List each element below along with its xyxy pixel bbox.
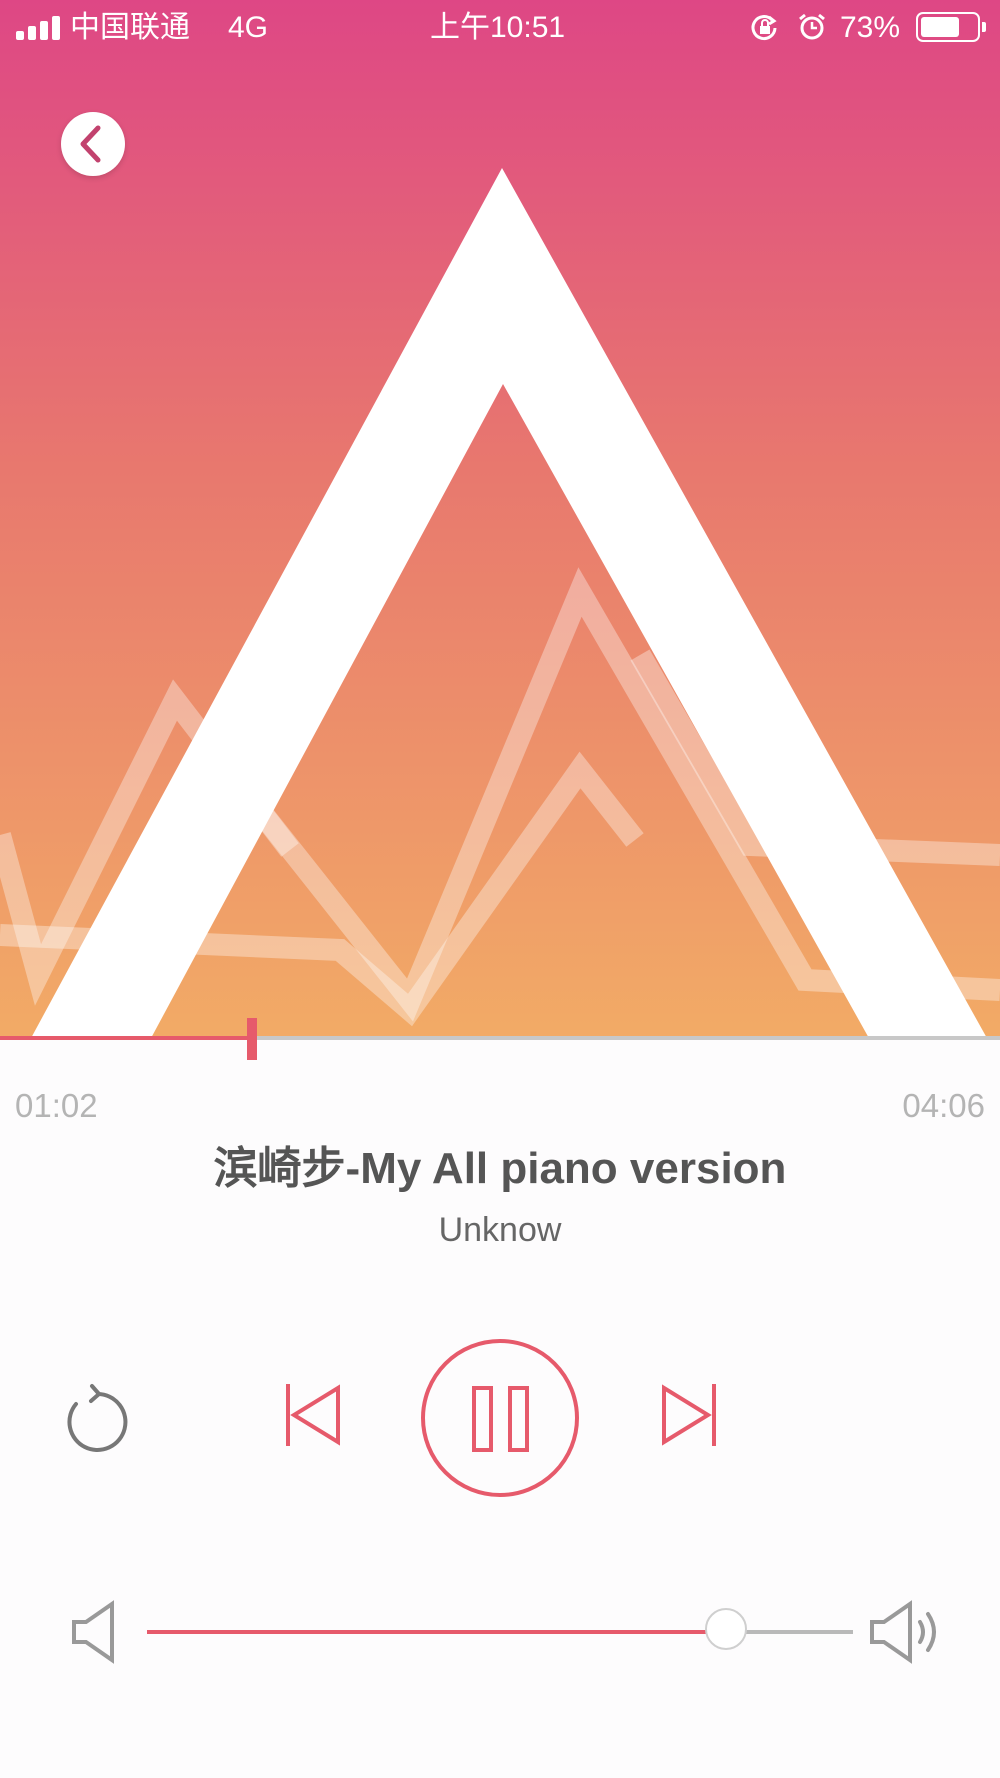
next-button[interactable] [658,1380,722,1450]
back-button[interactable] [61,112,125,176]
progress-thumb[interactable] [247,1018,257,1060]
volume-low-button[interactable] [70,1600,118,1664]
carrier-name: 中国联通 [70,11,190,44]
battery-icon [916,12,986,42]
current-time: 01:02 [15,1087,98,1124]
signal-strength-icon [16,14,62,40]
previous-button[interactable] [282,1380,346,1450]
rotation-lock-icon [751,15,777,41]
chevron-left-icon [80,125,101,163]
pause-icon [421,1339,579,1497]
battery-percent: 73% [840,11,901,44]
progress-fill [0,1036,252,1040]
playback-progress-bar[interactable] [0,1018,1000,1060]
total-time: 04:06 [902,1087,985,1124]
song-title: 滨崎步-My All piano version [213,1144,787,1193]
volume-fill [147,1630,726,1634]
status-time: 上午10:51 [430,11,566,44]
skip-next-icon [662,1384,716,1446]
volume-low-icon [72,1600,114,1664]
volume-knob[interactable] [704,1608,747,1650]
battery-level [921,17,959,37]
volume-high-button[interactable] [868,1600,944,1664]
alarm-icon [799,13,825,40]
repeat-icon [67,1384,128,1452]
play-pause-button[interactable] [420,1338,580,1498]
artist-name: Unknow [438,1211,562,1249]
skip-previous-icon [286,1384,340,1446]
status-bar: 中国联通 4G 上午10:51 73% [0,0,1000,56]
album-artwork [0,0,1000,1040]
network-type: 4G [228,11,269,44]
repeat-button[interactable] [58,1380,134,1456]
volume-slider[interactable] [147,1608,853,1650]
volume-high-icon [870,1600,936,1664]
